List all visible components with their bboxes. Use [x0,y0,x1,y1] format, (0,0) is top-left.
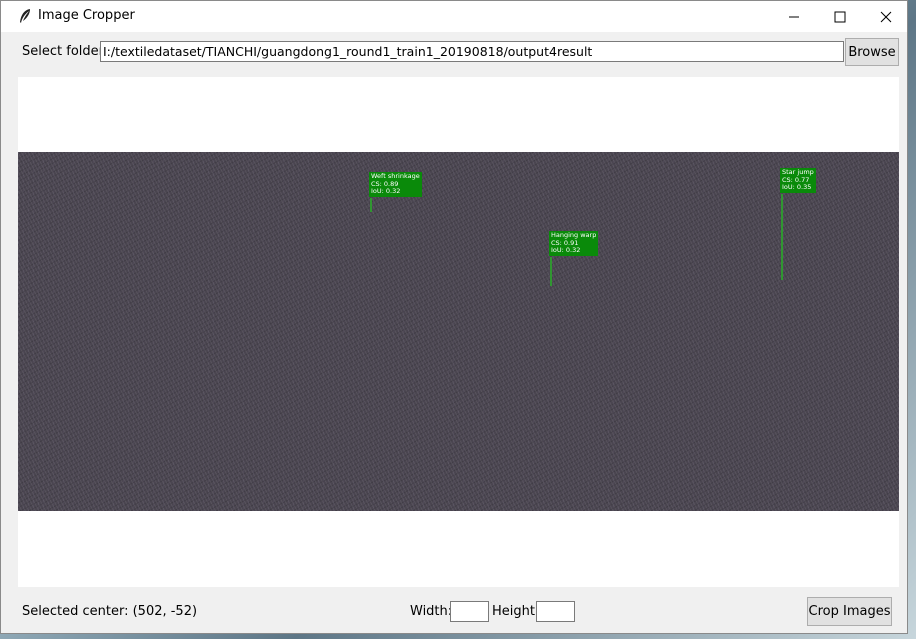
width-input[interactable] [450,601,489,622]
detection-box [370,198,372,212]
height-input[interactable] [536,601,575,622]
detection-iou: IoU: 0.32 [551,246,581,254]
selected-center-status: Selected center: (502, -52) [22,604,198,619]
minimize-button[interactable] [771,1,817,32]
height-label: Height: [492,604,540,619]
detection-iou: IoU: 0.35 [782,183,812,191]
maximize-button[interactable] [817,1,863,32]
fabric-image[interactable]: Weft shrinkage CS: 0.89 IoU: 0.32 Hangin… [18,152,899,511]
detection-box [550,257,552,286]
desktop-background: { "window": { "title": "Image Cropper", … [0,0,916,639]
folder-label: Select folder: [22,44,109,59]
browse-button[interactable]: Browse [845,38,899,66]
close-button[interactable] [863,1,909,32]
feather-icon [18,8,32,24]
title-bar[interactable]: Image Cropper [1,1,907,32]
folder-path-input[interactable] [100,41,844,62]
detection-box [781,194,783,280]
image-canvas[interactable]: Weft shrinkage CS: 0.89 IoU: 0.32 Hangin… [18,77,899,587]
crop-images-button[interactable]: Crop Images [807,597,892,626]
detection-label: Star jump CS: 0.77 IoU: 0.35 [780,168,816,193]
close-icon [880,11,892,23]
app-window: Image Cropper Select folder: Browse Weft… [0,0,908,634]
maximize-icon [834,11,846,23]
detection-label: Hanging warp CS: 0.91 IoU: 0.32 [549,231,599,256]
detection-iou: IoU: 0.32 [371,187,401,195]
width-label: Width: [410,604,453,619]
detection-label: Weft shrinkage CS: 0.89 IoU: 0.32 [369,172,422,197]
window-title: Image Cropper [38,8,135,23]
minimize-icon [788,11,800,23]
